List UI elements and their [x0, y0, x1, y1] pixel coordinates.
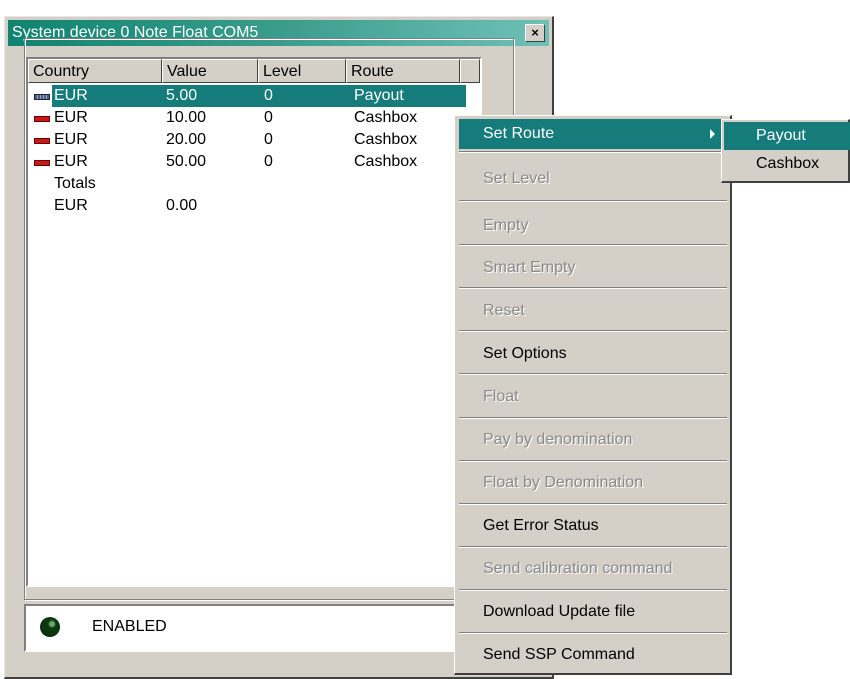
column-header-country[interactable]: Country: [28, 59, 162, 83]
menu-item-empty[interactable]: Empty: [459, 211, 727, 241]
menu-separator: [459, 287, 727, 289]
menu-item-set-route[interactable]: Set Route: [459, 119, 727, 149]
status-panel: ENABLED: [24, 604, 512, 652]
menu-item-label: Set Route: [483, 125, 555, 142]
column-header-route[interactable]: Route: [346, 59, 460, 83]
menu-item-get-error-status[interactable]: Get Error Status: [459, 511, 727, 541]
menu-separator: [459, 417, 727, 419]
route-submenu: Payout Cashbox: [721, 119, 850, 183]
status-led-icon: [40, 617, 60, 637]
menu-item-download-update-file[interactable]: Download Update file: [459, 597, 727, 627]
menu-item-send-calibration-command[interactable]: Send calibration command: [459, 554, 727, 584]
menu-separator: [459, 589, 727, 591]
submenu-item-payout[interactable]: Payout: [724, 122, 850, 150]
cell-route: Cashbox: [354, 131, 418, 148]
totals-row: Totals: [28, 173, 480, 195]
cell-level: 0: [264, 131, 273, 148]
menu-item-set-options[interactable]: Set Options: [459, 339, 727, 369]
menu-item-set-level[interactable]: Set Level: [459, 164, 727, 194]
menu-separator: [459, 200, 727, 202]
cell-level: 0: [264, 153, 273, 170]
menu-item-float-by-denomination[interactable]: Float by Denomination: [459, 468, 727, 498]
totals-country: EUR: [54, 197, 88, 214]
cell-country: EUR: [54, 131, 88, 148]
table-row[interactable]: EUR 20.00 0 Cashbox: [28, 129, 480, 151]
column-header-value[interactable]: Value: [162, 59, 258, 83]
menu-separator: [459, 330, 727, 332]
menu-item-reset[interactable]: Reset: [459, 296, 727, 326]
cell-value: 50.00: [166, 153, 207, 170]
banknote-icon: [34, 138, 50, 144]
table-row[interactable]: EUR 10.00 0 Cashbox: [28, 107, 480, 129]
submenu-item-cashbox[interactable]: Cashbox: [724, 150, 850, 178]
totals-value-row: EUR 0.00: [28, 195, 480, 217]
menu-item-float[interactable]: Float: [459, 382, 727, 412]
cell-value: 10.00: [166, 109, 207, 126]
cell-route: Payout: [354, 87, 404, 104]
menu-separator: [459, 373, 727, 375]
column-header-level[interactable]: Level: [258, 59, 346, 83]
close-button[interactable]: ×: [525, 24, 545, 42]
menu-separator: [459, 244, 727, 246]
cell-route: Cashbox: [354, 109, 418, 126]
note-list[interactable]: Country Value Level Route EUR 5.00 0 Pay…: [26, 57, 482, 587]
cell-level: 0: [264, 87, 273, 104]
close-icon: ×: [531, 25, 539, 40]
cell-value: 5.00: [166, 87, 198, 104]
table-row[interactable]: EUR 5.00 0 Payout: [28, 85, 480, 107]
banknote-icon: [34, 94, 50, 100]
banknote-icon: [34, 160, 50, 166]
cell-route: Cashbox: [354, 153, 418, 170]
column-header-filler: [460, 59, 480, 83]
cell-country: EUR: [54, 153, 88, 170]
cell-value: 20.00: [166, 131, 207, 148]
context-menu: Set Route Set Level Empty Smart Empty Re…: [454, 115, 732, 675]
menu-item-send-ssp-command[interactable]: Send SSP Command: [459, 640, 727, 670]
table-row[interactable]: EUR 50.00 0 Cashbox: [28, 151, 480, 173]
menu-separator: [459, 151, 727, 153]
list-header: Country Value Level Route: [28, 59, 480, 83]
cell-country: EUR: [54, 109, 88, 126]
status-text: ENABLED: [92, 618, 167, 635]
submenu-arrow-icon: [710, 129, 715, 139]
totals-label: Totals: [54, 175, 96, 192]
totals-value: 0.00: [166, 197, 198, 214]
menu-separator: [459, 632, 727, 634]
menu-item-smart-empty[interactable]: Smart Empty: [459, 253, 727, 283]
menu-separator: [459, 546, 727, 548]
cell-level: 0: [264, 109, 273, 126]
menu-separator: [459, 460, 727, 462]
cell-country: EUR: [54, 87, 88, 104]
banknote-icon: [34, 116, 50, 122]
menu-item-pay-by-denomination[interactable]: Pay by denomination: [459, 425, 727, 455]
menu-separator: [459, 503, 727, 505]
